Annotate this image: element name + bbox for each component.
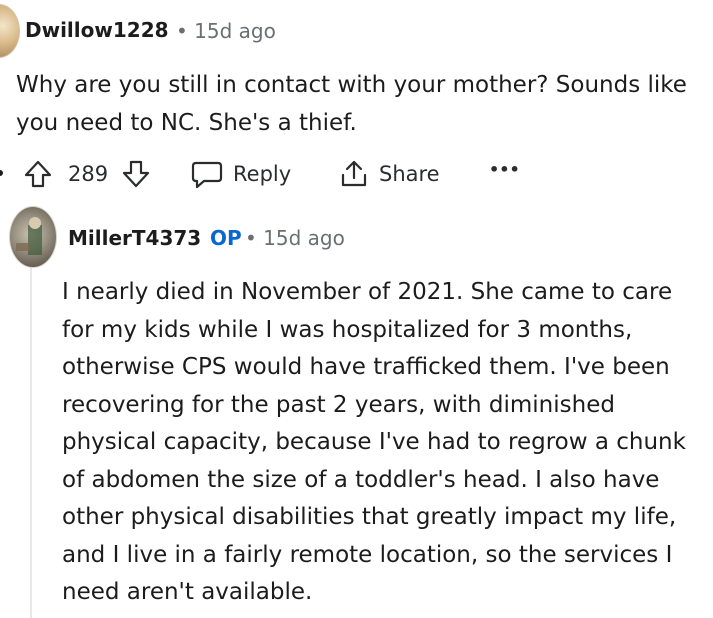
speech-bubble-icon — [190, 158, 224, 190]
comment-author[interactable]: Dwillow1228 — [25, 18, 169, 42]
comment-author[interactable]: MillerT4373 — [68, 226, 201, 250]
comment-body: Why are you still in contact with your m… — [16, 72, 687, 136]
comment-timestamp: • 15d ago — [245, 226, 345, 250]
arrow-down-icon — [120, 158, 152, 190]
vote-score: 289 — [68, 162, 109, 186]
share-icon — [338, 158, 370, 190]
thread-line[interactable] — [30, 268, 32, 618]
thread-dot — [0, 166, 6, 180]
reply-label: Reply — [233, 162, 292, 186]
upvote-button[interactable] — [22, 158, 54, 190]
share-label: Share — [379, 162, 440, 186]
op-badge: OP — [210, 226, 242, 250]
comment-text: I nearly died in November of 2021. She c… — [62, 279, 686, 605]
downvote-button[interactable] — [120, 158, 152, 190]
arrow-up-icon — [22, 158, 54, 190]
avatar[interactable] — [0, 4, 20, 58]
comment-timestamp: • 15d ago — [176, 19, 276, 43]
comment-body: I nearly died in November of 2021. She c… — [62, 274, 702, 612]
avatar[interactable] — [9, 206, 57, 268]
share-button[interactable]: Share — [338, 158, 440, 190]
ellipsis-icon[interactable]: ••• — [489, 160, 520, 179]
reply-button[interactable]: Reply — [190, 158, 291, 190]
